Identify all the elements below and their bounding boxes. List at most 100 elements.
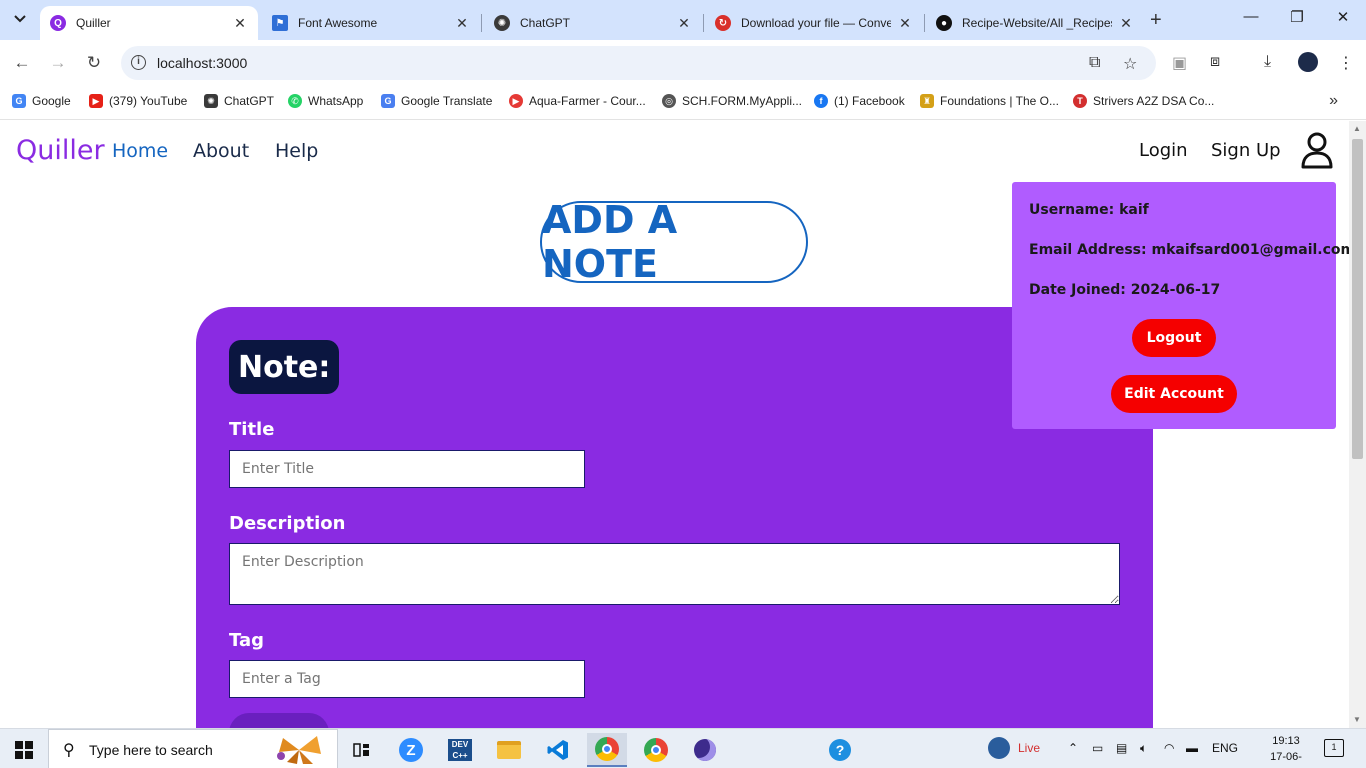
task-view-icon[interactable]	[342, 733, 382, 767]
taskbar-search-box[interactable]: ⚲ Type here to search	[48, 729, 338, 768]
user-icon[interactable]	[1300, 131, 1334, 169]
tab-search-button[interactable]	[8, 7, 32, 31]
description-label: Description	[229, 513, 346, 534]
profile-avatar-icon[interactable]	[1298, 52, 1318, 72]
tag-input[interactable]	[229, 660, 585, 698]
chevron-right-double-icon[interactable]: »	[1329, 92, 1338, 110]
profile-email: Email Address: mkaifsard001@gmail.com	[1029, 242, 1349, 258]
notification-center-icon[interactable]: 1	[1324, 739, 1344, 757]
taskbar-search-placeholder: Type here to search	[89, 742, 213, 758]
windows-start-icon[interactable]	[15, 741, 33, 759]
tab-quiller[interactable]: Q Quiller ✕	[40, 6, 258, 40]
language-indicator[interactable]: ENG	[1212, 741, 1238, 755]
bookmark-label: Aqua-Farmer - Cour...	[529, 94, 646, 108]
note-form-heading: Note:	[229, 340, 340, 394]
login-link[interactable]: Login	[1139, 140, 1188, 161]
facebook-icon: f	[814, 94, 828, 108]
nav-help[interactable]: Help	[275, 140, 318, 162]
bookmark-google[interactable]: G Google	[12, 94, 71, 108]
page-scrollbar[interactable]: ▲ ▼	[1349, 121, 1366, 728]
devcpp-app-icon[interactable]: DEV C++	[440, 733, 480, 767]
forward-arrow-icon[interactable]: →	[47, 52, 69, 74]
close-icon[interactable]: ✕	[232, 15, 248, 32]
tab-github-recipe[interactable]: ● Recipe-Website/All _Recipes ✕	[926, 6, 1144, 40]
quiller-favicon-icon: Q	[50, 15, 66, 31]
scroll-up-arrow-icon[interactable]: ▲	[1353, 124, 1361, 133]
scroll-down-arrow-icon[interactable]: ▼	[1353, 715, 1361, 724]
bookmark-facebook[interactable]: f (1) Facebook	[814, 94, 905, 108]
site-info-icon[interactable]: i	[131, 55, 146, 70]
chevron-up-icon[interactable]: ⌃	[1068, 741, 1078, 755]
weather-live-text[interactable]: Live	[1018, 741, 1040, 755]
tab-font-awesome[interactable]: ⚑ Font Awesome ✕	[262, 6, 480, 40]
clock-date: 17-06-2024	[1270, 751, 1302, 768]
close-icon[interactable]: ✕	[676, 15, 692, 32]
translate-icon: G	[381, 94, 395, 108]
window-close-icon[interactable]: ✕	[1328, 8, 1358, 26]
back-arrow-icon[interactable]: ←	[11, 52, 33, 74]
zoom-app-icon[interactable]: Z	[391, 733, 431, 767]
google-icon: G	[12, 94, 26, 108]
note-form-card: Note: Title Description Tag	[196, 307, 1153, 728]
edit-account-button[interactable]: Edit Account	[1111, 375, 1237, 413]
kebab-menu-icon[interactable]: ⋮	[1338, 53, 1354, 73]
bookmark-aqua-farmer[interactable]: ▶ Aqua-Farmer - Cour...	[509, 94, 646, 108]
nav-about[interactable]: About	[193, 140, 249, 162]
brand-logo[interactable]: Quiller	[16, 135, 105, 166]
extension-media-icon[interactable]: ▣	[1172, 53, 1187, 73]
minimize-icon[interactable]: —	[1236, 8, 1266, 25]
odin-icon: ♜	[920, 94, 934, 108]
title-input[interactable]	[229, 450, 585, 488]
chrome-app-icon-active[interactable]	[587, 733, 627, 767]
eclipse-app-icon[interactable]	[685, 733, 725, 767]
tab-title: Font Awesome	[298, 16, 378, 30]
bookmark-chatgpt[interactable]: ✺ ChatGPT	[204, 94, 274, 108]
bookmark-whatsapp[interactable]: ✆ WhatsApp	[288, 94, 363, 108]
tab-chatgpt[interactable]: ✺ ChatGPT ✕	[484, 6, 702, 40]
battery-icon[interactable]: ▬	[1186, 741, 1198, 755]
url-text[interactable]: localhost:3000	[157, 55, 247, 71]
restore-icon[interactable]: ❐	[1282, 8, 1312, 26]
install-app-icon[interactable]: ⧉	[1089, 54, 1100, 72]
reload-icon[interactable]: ↻	[83, 52, 105, 74]
scrollbar-thumb[interactable]	[1352, 139, 1363, 459]
tab-download-file[interactable]: ↻ Download your file — Conve ✕	[705, 6, 923, 40]
clock-time: 19:13	[1272, 735, 1300, 747]
browser-toolbar: ← → ↻ i localhost:3000 ⧉ ☆ ▣ ⧈ ⤓ ⋮	[0, 40, 1366, 86]
nav-home[interactable]: Home	[112, 140, 168, 162]
taskbar-clock[interactable]: 19:13 17-06-2024	[1258, 733, 1314, 768]
volume-icon[interactable]: 🔈︎	[1140, 741, 1147, 756]
bookmark-youtube[interactable]: ▶ (379) YouTube	[89, 94, 187, 108]
meet-now-icon[interactable]: ▭	[1092, 741, 1103, 755]
close-icon[interactable]: ✕	[897, 15, 913, 32]
tab-separator	[924, 14, 925, 32]
new-tab-button[interactable]: +	[1150, 9, 1162, 32]
help-app-icon[interactable]: ?	[820, 733, 860, 767]
bookmark-google-translate[interactable]: G Google Translate	[381, 94, 492, 108]
bookmark-sch-form[interactable]: ◎ SCH.FORM.MyAppli...	[662, 94, 802, 108]
download-icon[interactable]: ⤓	[1264, 53, 1271, 71]
profile-dropdown: Username: kaif Email Address: mkaifsard0…	[1012, 182, 1349, 429]
globe-icon: ◎	[662, 94, 676, 108]
display-icon[interactable]: ▤	[1116, 741, 1127, 755]
description-textarea[interactable]	[229, 543, 1120, 605]
chrome-app-icon[interactable]	[636, 733, 676, 767]
flag-icon: ⚑	[272, 15, 288, 31]
file-explorer-icon[interactable]	[489, 733, 529, 767]
logout-button[interactable]: Logout	[1132, 319, 1216, 357]
tab-strip: Q Quiller ✕ ⚑ Font Awesome ✕ ✺ ChatGPT ✕…	[0, 0, 1366, 40]
close-icon[interactable]: ✕	[454, 15, 470, 32]
weather-widget-icon[interactable]	[988, 737, 1010, 759]
close-icon[interactable]: ✕	[1118, 15, 1134, 32]
bookmark-star-icon[interactable]: ☆	[1123, 54, 1137, 74]
profile-date-joined: Date Joined: 2024-06-17	[1029, 282, 1221, 298]
submit-button[interactable]	[229, 713, 329, 728]
vscode-app-icon[interactable]	[538, 733, 578, 767]
bookmark-strivers[interactable]: T Strivers A2Z DSA Co...	[1073, 94, 1214, 108]
github-icon: ●	[936, 15, 952, 31]
extensions-puzzle-icon[interactable]: ⧈	[1210, 53, 1220, 71]
bookmark-foundations[interactable]: ♜ Foundations | The O...	[920, 94, 1059, 108]
address-bar[interactable]: i localhost:3000 ⧉ ☆	[121, 46, 1156, 80]
wifi-icon[interactable]: ◠	[1164, 741, 1174, 755]
signup-link[interactable]: Sign Up	[1211, 140, 1281, 161]
